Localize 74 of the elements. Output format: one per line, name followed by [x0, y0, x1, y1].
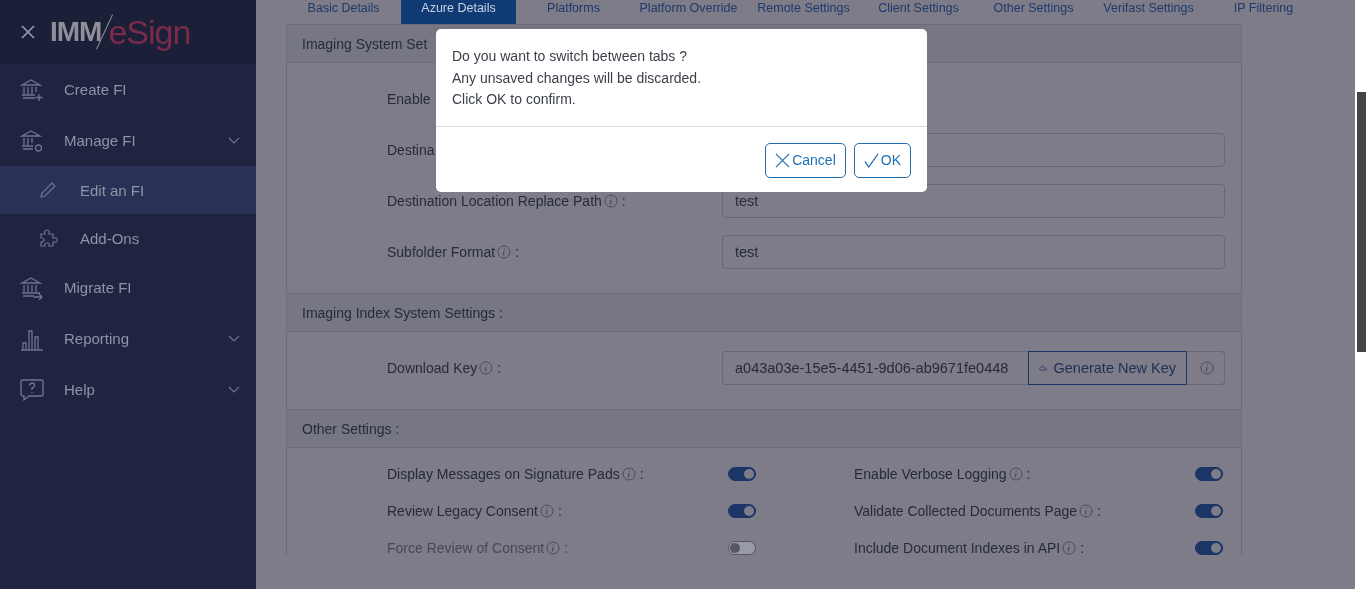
colon: : [497, 359, 502, 376]
info-icon[interactable] [479, 360, 494, 375]
dialog-message: Do you want to switch between tabs ? [452, 47, 689, 66]
puzzle-icon [38, 228, 58, 248]
info-addon[interactable] [1187, 350, 1225, 385]
tab[interactable]: IP Filtering [1206, 0, 1321, 24]
close-icon[interactable] [20, 24, 36, 40]
scrollbar[interactable] [1355, 0, 1366, 589]
bank-gear-icon [20, 128, 44, 153]
bank-arrow-icon [20, 275, 44, 300]
nav-subitem[interactable]: Add-Ons [0, 214, 256, 262]
colon: : [558, 503, 562, 519]
toggle-switch[interactable] [1195, 467, 1223, 481]
info-icon[interactable] [1079, 504, 1094, 518]
tab[interactable]: Client Settings [861, 0, 976, 24]
section-title: Imaging System Set [302, 35, 428, 52]
tab[interactable]: Remote Settings [746, 0, 861, 24]
toggle-label: Force Review of Consent [387, 540, 545, 556]
colon: : [1026, 466, 1031, 482]
colon: : [564, 540, 569, 556]
toggle-switch[interactable] [728, 467, 756, 481]
nav-item[interactable]: Migrate FI [0, 262, 256, 313]
input-field[interactable]: test [722, 234, 1225, 269]
tab[interactable]: Verifast Settings [1091, 0, 1206, 24]
info-icon[interactable] [1008, 467, 1023, 481]
nav-item[interactable]: Reporting [0, 313, 256, 364]
toggle-label: Enable Verbose Logging [854, 466, 1007, 482]
field-label: Enable [387, 90, 431, 107]
toggle-label: Include Document Indexes in API [854, 540, 1061, 556]
logo: IMM eSign [50, 12, 191, 52]
tab[interactable]: Azure Details [401, 0, 516, 24]
generate-key-button[interactable]: Generate New Key [1028, 350, 1187, 385]
colon: : [621, 192, 626, 209]
toggle-switch[interactable] [1195, 541, 1223, 555]
field-label: Destination Location Replace Path [387, 192, 602, 209]
colon: : [1097, 503, 1101, 519]
toggle-label: Review Legacy Consent [387, 503, 538, 519]
tab[interactable]: Basic Details [286, 0, 401, 24]
field-label: Destina [387, 141, 435, 158]
colon: : [1080, 540, 1085, 556]
toggle-label: Validate Collected Documents Page [854, 503, 1078, 519]
checkmark-icon [863, 152, 879, 168]
info-icon[interactable] [621, 467, 636, 481]
help-icon [20, 377, 44, 402]
info-icon[interactable] [603, 193, 618, 208]
tab[interactable]: Platforms [516, 0, 631, 24]
field-label: Subfolder Format [387, 243, 496, 260]
nav-item[interactable]: Help [0, 364, 256, 415]
nav-subitem[interactable]: Edit an FI [0, 166, 256, 214]
dialog-message: Click OK to confirm. [452, 90, 577, 109]
colon: : [639, 466, 644, 482]
dialog-message: Any unsaved changes will be discarded. [452, 68, 703, 88]
info-icon[interactable] [546, 541, 561, 555]
tab[interactable]: Platform Override [631, 0, 746, 24]
tab[interactable]: Other Settings [976, 0, 1091, 24]
info-icon[interactable] [497, 244, 512, 259]
section-title: Imaging Index System Settings : [302, 304, 503, 321]
info-icon[interactable] [1062, 541, 1077, 555]
close-icon [775, 152, 791, 168]
info-icon[interactable] [540, 504, 554, 518]
pencil-icon [38, 180, 58, 200]
field-label: Download Key [387, 359, 478, 376]
toggle-label: Display Messages on Signature Pads [387, 466, 620, 482]
toggle-switch[interactable] [728, 504, 756, 518]
info-icon [1199, 360, 1214, 375]
ok-button[interactable]: OK [853, 142, 911, 178]
section-title: Other Settings : [302, 420, 400, 437]
toggle-switch[interactable] [1195, 504, 1223, 518]
input-field[interactable]: a043a03e-15e5-4451-9d06-ab9671fe0448 [722, 350, 1028, 385]
cancel-button[interactable]: Cancel [765, 142, 846, 178]
bank-plus-icon [20, 77, 44, 102]
colon: : [515, 243, 520, 260]
nav-item[interactable]: Manage FI [0, 115, 256, 166]
nav-item[interactable]: Create FI [0, 64, 256, 115]
